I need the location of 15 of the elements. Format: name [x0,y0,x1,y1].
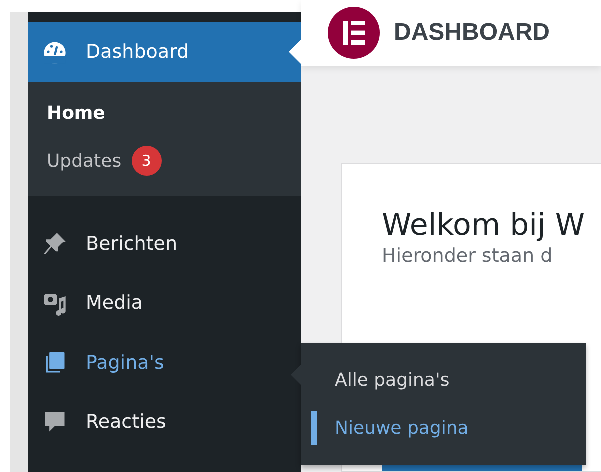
flyout-item[interactable]: Nieuwe pagina [311,411,586,445]
welcome-heading: Welkom bij W [382,208,586,243]
sidebar-item[interactable]: Berichten [28,214,301,274]
sidebar-item[interactable]: Media [28,274,301,333]
submenu-item[interactable]: Updates 3 [47,144,301,178]
logo-icon [328,7,380,59]
flyout-item[interactable]: Alle pagina's [311,363,586,397]
sidebar-item[interactable]: Dashboard [28,22,301,82]
submenu-item[interactable]: Home [47,96,301,130]
count-badge: 3 [132,146,162,176]
welcome-text: Hieronder staan d [382,245,554,267]
pin-icon [42,230,68,257]
page-title: DASHBOARD [394,19,550,47]
sidebar-item[interactable]: Reacties [28,392,301,452]
sidebar-item[interactable]: Pagina's [28,333,301,392]
